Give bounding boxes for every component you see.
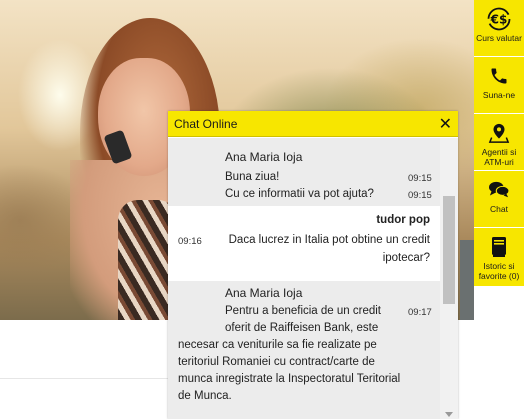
hero-photo-fence (460, 240, 474, 320)
message-line: Buna ziua! (225, 171, 280, 183)
sidebar-item-label: Istoric si favorite (0) (478, 261, 520, 281)
message-sender: Ana Maria Ioja (225, 150, 303, 164)
phone-icon (487, 65, 511, 87)
chat-window: Chat Online ✕ Ana Maria Ioja Buna ziua! … (168, 111, 458, 419)
message-line: Daca lucrez in Italia pot obtine un cred… (228, 234, 430, 246)
location-pin-icon (487, 122, 511, 144)
message-sender: tudor pop (376, 214, 430, 226)
message-time: 09:15 (408, 173, 432, 184)
chat-message-user: tudor pop 09:16 Daca lucrez in Italia po… (168, 206, 440, 281)
sidebar-item-suna-ne[interactable]: Suna-ne (474, 57, 524, 114)
svg-text:€$: €$ (490, 13, 508, 27)
message-line: ipotecar? (382, 252, 430, 264)
book-icon (487, 236, 511, 258)
sidebar-item-chat[interactable]: Chat (474, 171, 524, 228)
sidebar-item-label: Curs valutar (476, 33, 522, 43)
sidebar-item-curs-valutar[interactable]: €$ Curs valutar (474, 0, 524, 57)
chat-title: Chat Online (174, 116, 238, 131)
close-icon[interactable]: ✕ (439, 115, 452, 132)
chat-bubbles-icon (487, 179, 511, 201)
currency-exchange-icon: €$ (487, 7, 511, 31)
chat-scrollbar[interactable] (440, 138, 458, 419)
sidebar-item-agentii-atm[interactable]: Agentii si ATM-uri (474, 114, 524, 171)
message-line: Pentru a beneficia de un credit (225, 305, 381, 317)
chat-message-agent: Ana Maria Ioja 09:17 Pentru a beneficia … (168, 281, 440, 419)
message-sender: Ana Maria Ioja (225, 286, 303, 300)
sidebar-item-label: Suna-ne (482, 90, 516, 100)
message-time: 09:15 (408, 190, 432, 201)
content-divider (0, 378, 174, 379)
chat-scrollbar-thumb[interactable] (443, 196, 455, 304)
quick-links-sidebar: €$ Curs valutar Suna-ne Agentii si ATM-u… (474, 0, 524, 286)
scroll-down-arrow-icon[interactable] (445, 412, 453, 417)
message-line: oferit de Raiffeisen Bank, este (225, 322, 379, 334)
message-time: 09:16 (178, 236, 202, 247)
chat-message-agent: Ana Maria Ioja Buna ziua! 09:15 Cu ce in… (168, 138, 440, 206)
message-time: 09:17 (408, 307, 432, 318)
message-line: munca inregistrate la Inspectoratul Teri… (178, 373, 401, 385)
sidebar-item-label: Chat (490, 204, 508, 214)
chat-header: Chat Online ✕ (168, 111, 458, 137)
sidebar-item-istoric-favorite[interactable]: Istoric si favorite (0) (474, 228, 524, 285)
sidebar-item-label: Agentii si ATM-uri (481, 147, 517, 167)
message-line: de Munca. (178, 390, 232, 402)
message-line: teritoriul Romaniei cu contract/carte de (178, 356, 375, 368)
message-line: Cu ce informatii va pot ajuta? (225, 188, 374, 200)
chat-messages[interactable]: Ana Maria Ioja Buna ziua! 09:15 Cu ce in… (168, 138, 440, 419)
message-line: necesar ca veniturile sa fie realizate p… (178, 339, 377, 351)
